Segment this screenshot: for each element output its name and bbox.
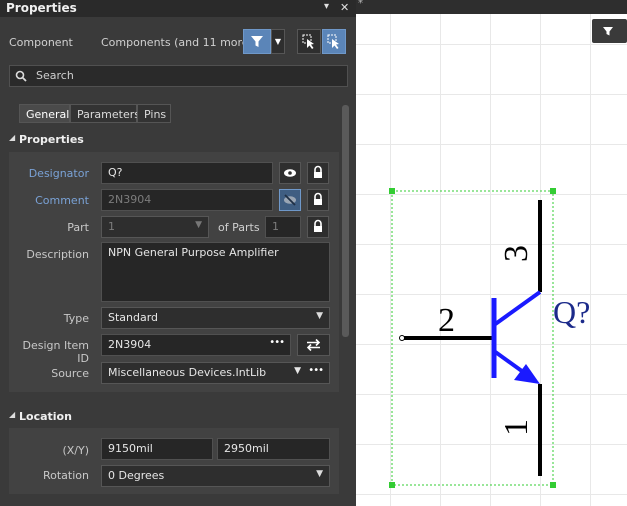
search-input[interactable]: Search: [9, 65, 348, 87]
eye-hidden-icon: [284, 194, 296, 206]
schematic-canvas[interactable]: 2 3 1 Q?: [356, 0, 627, 506]
select-mode-button[interactable]: [297, 29, 321, 54]
eye-icon: [284, 169, 296, 177]
properties-panel: Properties ▾ ✕ Component Components (and…: [0, 0, 356, 506]
collapse-properties-icon[interactable]: ◢: [9, 133, 15, 142]
tab-modified-marker: *: [358, 0, 363, 9]
document-tab-strip: [356, 0, 627, 14]
panel-title: Properties: [6, 1, 77, 15]
design-item-id-value: 2N3904: [108, 338, 152, 351]
tab-general[interactable]: General: [19, 104, 70, 123]
pin-base-number: 2: [438, 302, 455, 339]
chevron-down-icon: ▼: [294, 366, 301, 376]
source-dropdown[interactable]: Miscellaneous Devices.IntLib ▼ •••: [101, 362, 330, 384]
lock-icon: [314, 192, 322, 205]
search-placeholder: Search: [36, 69, 74, 82]
swap-button[interactable]: [297, 334, 330, 356]
type-dropdown[interactable]: Standard ▼: [101, 307, 330, 329]
description-field[interactable]: NPN General Purpose Amplifier: [101, 242, 330, 302]
designator-text[interactable]: Q?: [553, 294, 590, 330]
rotation-label: Rotation: [42, 469, 89, 482]
selection-handle[interactable]: [550, 188, 556, 194]
chevron-down-icon: ▼: [274, 37, 282, 46]
selection-handle[interactable]: [389, 482, 395, 488]
rotation-dropdown[interactable]: 0 Degrees ▼: [101, 465, 330, 487]
lock-icon: [314, 165, 322, 178]
ellipsis-icon[interactable]: •••: [269, 337, 285, 348]
xy-label: (X/Y): [62, 444, 89, 457]
comment-label: Comment: [35, 194, 89, 207]
component-filter-value[interactable]: Components (and 11 more): [101, 36, 253, 49]
design-item-id-field[interactable]: 2N3904 •••: [101, 334, 291, 356]
tab-pins[interactable]: Pins: [137, 104, 171, 123]
design-item-id-label: Design Item ID: [22, 339, 89, 365]
swap-arrows-icon: [306, 338, 321, 352]
designator-field[interactable]: Q?: [101, 162, 273, 184]
pin-collector-number: 3: [498, 245, 535, 262]
filter-dropdown-button[interactable]: ▼: [271, 29, 285, 54]
designator-label: Designator: [28, 167, 89, 180]
comment-field[interactable]: 2N3904: [101, 189, 273, 211]
properties-section-header[interactable]: Properties: [19, 133, 84, 146]
comment-visibility-button[interactable]: [279, 189, 301, 211]
pointer-mode-button[interactable]: [322, 29, 346, 54]
selection-handle[interactable]: [389, 188, 395, 194]
comment-lock-button[interactable]: [307, 189, 329, 211]
location-section-header[interactable]: Location: [19, 410, 72, 423]
chevron-down-icon: ▼: [316, 311, 323, 321]
panel-titlebar: Properties ▾ ✕: [0, 0, 356, 17]
part-label: Part: [67, 221, 89, 234]
search-icon: [15, 70, 27, 82]
close-icon[interactable]: ✕: [340, 1, 349, 14]
collapse-location-icon[interactable]: ◢: [9, 410, 15, 419]
of-parts-field: 1: [265, 216, 301, 238]
part-value: 1: [108, 220, 115, 233]
rotation-value: 0 Degrees: [108, 469, 165, 482]
x-field[interactable]: 9150mil: [101, 438, 213, 460]
lock-icon: [314, 219, 322, 232]
designator-visibility-button[interactable]: [279, 162, 301, 184]
type-value: Standard: [108, 311, 159, 324]
selection-handle[interactable]: [550, 482, 556, 488]
transistor-symbol[interactable]: 2 3 1 Q?: [356, 0, 627, 506]
part-lock-button[interactable]: [307, 216, 329, 238]
transistor-collector: [492, 290, 542, 327]
component-label: Component: [9, 36, 73, 49]
filter-icon: [251, 36, 263, 47]
tab-parameters[interactable]: Parameters: [70, 104, 140, 123]
designator-lock-button[interactable]: [307, 162, 329, 184]
pin-base-end: [399, 335, 405, 341]
y-field[interactable]: 2950mil: [217, 438, 330, 460]
pin-emitter-number: 1: [498, 419, 535, 436]
cursor-pointer-icon: [327, 34, 339, 49]
chevron-down-icon: ▼: [316, 469, 323, 479]
type-label: Type: [63, 312, 89, 325]
chevron-down-icon: ▼: [195, 220, 202, 230]
cursor-select-icon: [302, 34, 314, 49]
panel-scrollbar[interactable]: [342, 105, 349, 337]
filter-button[interactable]: [243, 29, 271, 54]
source-label: Source: [51, 367, 89, 380]
part-dropdown[interactable]: 1 ▼: [101, 216, 209, 238]
of-parts-label: of Parts: [218, 221, 260, 234]
description-label: Description: [26, 248, 89, 261]
pin-dropdown-icon[interactable]: ▾: [324, 1, 329, 12]
source-value: Miscellaneous Devices.IntLib: [108, 366, 267, 379]
source-ellipsis-icon[interactable]: •••: [308, 365, 324, 376]
